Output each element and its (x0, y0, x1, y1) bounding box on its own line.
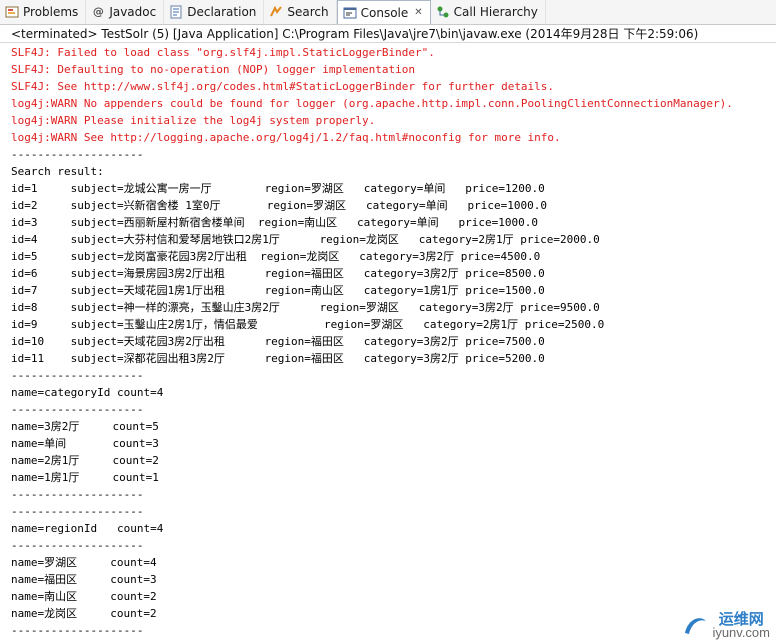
console-line: id=7 subject=天域花园1房1厅出租 region=南山区 categ… (11, 284, 545, 297)
console-line: id=9 subject=玉鑿山庄2房1厅，情侣最爱 region=罗湖区 ca… (11, 318, 605, 331)
close-icon[interactable]: ✕ (414, 7, 422, 18)
console-icon (343, 6, 357, 20)
site-watermark: 运维网 iyunv.com (682, 612, 770, 640)
console-line: id=8 subject=神一样的漂亮，玉鑿山庄3房2厅 region=罗湖区 … (11, 301, 600, 314)
call-hierarchy-icon (436, 5, 450, 19)
console-line: id=11 subject=深都花园出租3房2厅 region=福田区 cate… (11, 352, 545, 365)
console-error-line: SLF4J: See http://www.slf4j.org/codes.ht… (11, 80, 555, 93)
console-line: id=5 subject=龙岗富豪花园3房2厅出租 region=龙岗区 cat… (11, 250, 541, 263)
console-error-line: log4j:WARN See http://logging.apache.org… (11, 131, 561, 144)
tab-javadoc[interactable]: @ Javadoc (86, 0, 165, 24)
tab-search[interactable]: Search (264, 0, 337, 24)
console-line: -------------------- (11, 624, 144, 637)
console-line: name=3房2厅 count=5 (11, 420, 159, 433)
view-tab-bar: Problems @ Javadoc Declaration Search Co… (0, 0, 776, 25)
watermark-logo-icon (685, 618, 707, 634)
console-line: name=罗湖区 count=4 (11, 556, 157, 569)
console-line: -------------------- (11, 488, 144, 501)
console-error-line: log4j:WARN Please initialize the log4j s… (11, 114, 376, 127)
watermark-cn: 运维网 (718, 610, 764, 628)
tab-label: Console (360, 5, 409, 20)
console-line: id=10 subject=天域花园3房2厅出租 region=福田区 cate… (11, 335, 545, 348)
console-line: id=6 subject=海景房园3房2厅出租 region=福田区 categ… (11, 267, 545, 280)
console-output[interactable]: SLF4J: Failed to load class "org.slf4j.i… (0, 44, 776, 644)
console-error-line: log4j:WARN No appenders could be found f… (11, 97, 733, 110)
tab-declaration[interactable]: Declaration (164, 0, 265, 24)
console-line: id=3 subject=西丽新屋村新宿舍楼单间 region=南山区 cate… (11, 216, 538, 229)
console-line: name=单间 count=3 (11, 437, 159, 450)
console-error-line: SLF4J: Failed to load class "org.slf4j.i… (11, 46, 435, 59)
tab-call-hierarchy[interactable]: Call Hierarchy (431, 0, 546, 24)
console-line: name=福田区 count=3 (11, 573, 157, 586)
console-line: name=categoryId count=4 (11, 386, 164, 399)
console-line: -------------------- (11, 403, 144, 416)
console-line: name=1房1厅 count=1 (11, 471, 159, 484)
console-line: name=南山区 count=2 (11, 590, 157, 603)
watermark-en: iyunv.com (712, 625, 770, 640)
tab-label: Search (287, 5, 329, 19)
console-line: -------------------- (11, 539, 144, 552)
console-line: -------------------- (11, 148, 144, 161)
tab-problems[interactable]: Problems (0, 0, 87, 24)
javadoc-icon: @ (92, 5, 104, 18)
problems-icon (5, 5, 19, 19)
console-line: id=2 subject=兴新宿舍楼 1室0厅 region=罗湖区 categ… (11, 199, 547, 212)
tab-label: Declaration (187, 5, 257, 19)
console-status-line: <terminated> TestSolr (5) [Java Applicat… (0, 25, 776, 43)
console-line: -------------------- (11, 369, 144, 382)
declaration-icon (169, 5, 183, 19)
console-line: name=2房1厅 count=2 (11, 454, 159, 467)
console-line: id=4 subject=大芬村信和爱琴居地铁口2房1厅 region=龙岗区 … (11, 233, 600, 246)
console-line: -------------------- (11, 505, 144, 518)
tab-label: Call Hierarchy (453, 5, 538, 19)
search-icon (269, 5, 283, 19)
console-error-line: SLF4J: Defaulting to no-operation (NOP) … (11, 63, 415, 76)
tab-label: Javadoc (109, 5, 157, 19)
console-line: Search result: (11, 165, 104, 178)
console-line: name=龙岗区 count=2 (11, 607, 157, 620)
tab-label: Problems (23, 5, 79, 19)
console-line: name=regionId count=4 (11, 522, 164, 535)
console-line: id=1 subject=龙城公寓一房一厅 region=罗湖区 categor… (11, 182, 545, 195)
tab-console[interactable]: Console ✕ (336, 0, 431, 24)
